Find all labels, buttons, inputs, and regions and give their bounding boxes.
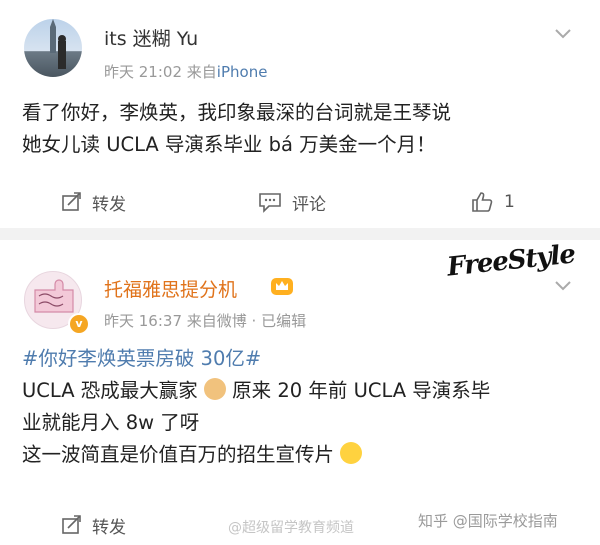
crown-badge-icon[interactable]	[270, 275, 294, 297]
doge-emoji-icon	[203, 378, 226, 400]
chevron-down-icon[interactable]	[552, 22, 574, 44]
repost-button[interactable]: 转发	[60, 505, 126, 545]
comment-label: 评论	[292, 194, 326, 215]
hashtag[interactable]: #你好李焕英票房破 30亿#	[22, 343, 582, 375]
post-text-line: 这一波简直是价值百万的招生宣传片	[22, 439, 582, 471]
chevron-down-icon[interactable]	[552, 274, 574, 296]
post-text-span: UCLA 恐成最大赢家	[22, 379, 198, 402]
post-time: 昨天 21:02	[104, 63, 182, 81]
repost-icon	[62, 192, 81, 211]
username[interactable]: its 迷糊 Yu	[104, 24, 198, 51]
post-text-span: 原来 20 年前 UCLA 导演系毕	[232, 379, 491, 402]
avatar[interactable]	[24, 19, 82, 77]
repost-icon	[62, 515, 81, 534]
weibo-post-1: its 迷糊 Yu 昨天 21:02 来自iPhone 看了你好，李焕英，我印象…	[0, 0, 600, 228]
avatar-photo	[50, 19, 66, 69]
comment-icon	[259, 193, 281, 213]
source-link[interactable]: iPhone	[217, 63, 268, 81]
post-text: #你好李焕英票房破 30亿# UCLA 恐成最大赢家 原来 20 年前 UCLA…	[22, 343, 582, 471]
post-text: 看了你好，李焕英，我印象最深的台词就是王琴说 她女儿读 UCLA 导演系毕业 b…	[22, 97, 582, 161]
weibo-post-2: FreeStyle v 托福雅思提分机 昨天 16:37 来自微博 · 已编辑 …	[0, 239, 600, 545]
zhihu-watermark: 知乎 @国际学校指南	[418, 512, 558, 530]
repost-label: 转发	[92, 194, 126, 215]
post-meta: 昨天 16:37 来自微博 · 已编辑	[104, 310, 306, 331]
verified-badge-icon: v	[68, 313, 90, 335]
post-source: 来自微博 ·	[186, 312, 257, 330]
like-count: 1	[504, 192, 515, 212]
post-meta: 昨天 21:02 来自iPhone	[104, 61, 267, 82]
post-text-span: 这一波简直是价值百万的招生宣传片	[22, 443, 335, 466]
like-button[interactable]: 1	[470, 182, 515, 222]
post-divider	[0, 228, 600, 240]
source-prefix: 来自	[186, 63, 217, 81]
laugh-cry-emoji-icon	[340, 442, 363, 464]
post-text-line: UCLA 恐成最大赢家 原来 20 年前 UCLA 导演系毕	[22, 375, 582, 407]
like-icon	[472, 192, 493, 212]
post-text-line: 业就能月入 8w 了呀	[22, 411, 200, 434]
repost-button[interactable]: 转发	[60, 182, 126, 222]
post-text-line: 看了你好，李焕英，我印象最深的台词就是王琴说	[22, 101, 452, 124]
weibo-watermark: @超级留学教育频道	[228, 520, 354, 536]
username[interactable]: 托福雅思提分机	[104, 275, 237, 302]
action-bar: 转发 评论 1	[0, 182, 600, 222]
post-text-line: 她女儿读 UCLA 导演系毕业 bá 万美金一个月！	[22, 133, 436, 156]
comment-button[interactable]: 评论	[258, 182, 326, 222]
repost-label: 转发	[92, 517, 126, 538]
edited-label[interactable]: 已编辑	[261, 312, 306, 330]
post-time: 昨天 16:37	[104, 312, 182, 330]
